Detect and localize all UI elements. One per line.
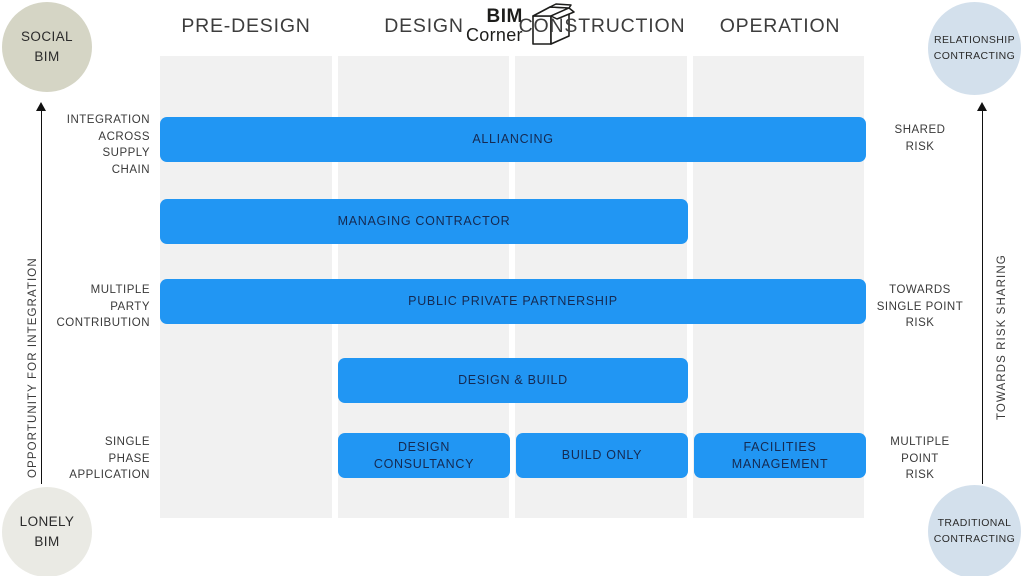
circle-traditional-line1: TRADITIONAL [937, 516, 1012, 529]
left-label-single-phase: SINGLE PHASE APPLICATION [30, 434, 150, 484]
right-axis-label: TOWARDS RISK SHARING [996, 254, 1008, 420]
bar-managing-contractor[interactable]: MANAGING CONTRACTOR [160, 199, 688, 244]
right-label-shared-risk-line1: SHARED [894, 124, 946, 136]
bar-design-consultancy[interactable]: DESIGN CONSULTANCY [338, 433, 510, 478]
bar-build-only[interactable]: BUILD ONLY [516, 433, 688, 478]
right-label-single-point-risk: TOWARDS SINGLE POINT RISK [860, 282, 980, 332]
right-label-multiple-point-risk-line2: POINT [901, 452, 939, 465]
left-label-integration: INTEGRATION ACROSS SUPPLY CHAIN [30, 112, 150, 179]
circle-lonely-bim-line2: BIM [34, 534, 60, 549]
circle-social-bim: SOCIAL BIM [2, 2, 92, 92]
circle-traditional-contracting: TRADITIONAL CONTRACTING [928, 485, 1021, 576]
bar-design-and-build[interactable]: DESIGN & BUILD [338, 358, 688, 403]
circle-lonely-bim-line1: LONELY [19, 514, 75, 530]
left-axis-arrowhead [36, 102, 46, 111]
right-label-shared-risk-line2: RISK [905, 140, 935, 153]
left-label-single-phase-line1: SINGLE [104, 436, 150, 448]
right-label-single-point-risk-line2: SINGLE POINT [876, 300, 964, 313]
column-header-construction: CONSTRUCTION [518, 14, 686, 37]
left-label-multiple-party: MULTIPLE PARTY CONTRIBUTION [30, 282, 150, 332]
left-label-integration-line1: INTEGRATION [66, 114, 150, 126]
left-label-multiple-party-line1: MULTIPLE [90, 284, 150, 296]
left-label-integration-line2: ACROSS [98, 130, 150, 143]
left-label-single-phase-line2: PHASE [108, 452, 150, 465]
left-label-integration-line4: CHAIN [111, 164, 150, 177]
bar-public-private-partnership[interactable]: PUBLIC PRIVATE PARTNERSHIP [160, 279, 866, 324]
left-label-multiple-party-line2: PARTY [110, 300, 150, 313]
left-label-integration-line3: SUPPLY [102, 147, 150, 160]
circle-relationship-line1: RELATIONSHIP [933, 33, 1016, 46]
left-label-multiple-party-line3: CONTRIBUTION [56, 317, 150, 330]
right-label-multiple-point-risk-line3: RISK [905, 469, 935, 482]
column-header-operation: OPERATION [719, 14, 841, 37]
circle-lonely-bim: LONELY BIM [2, 487, 92, 576]
right-label-multiple-point-risk: MULTIPLE POINT RISK [860, 434, 980, 484]
right-axis-line [982, 110, 983, 484]
circle-social-bim-line1: SOCIAL [21, 29, 73, 45]
circle-relationship-line2: CONTRACTING [933, 49, 1016, 62]
right-label-single-point-risk-line3: RISK [905, 317, 935, 330]
right-label-shared-risk: SHARED RISK [860, 122, 980, 155]
diagram-canvas: BIM Corner SOCIAL BIM LONELY BIM RELATIO… [0, 0, 1024, 576]
right-label-single-point-risk-line1: TOWARDS [889, 284, 951, 296]
right-label-multiple-point-risk-line1: MULTIPLE [890, 436, 950, 448]
circle-traditional-line2: CONTRACTING [933, 532, 1016, 545]
circle-relationship-contracting: RELATIONSHIP CONTRACTING [928, 2, 1021, 95]
column-header-pre-design: PRE-DESIGN [181, 14, 311, 37]
bar-facilities-management[interactable]: FACILITIES MANAGEMENT [694, 433, 866, 478]
left-label-single-phase-line3: APPLICATION [69, 469, 150, 482]
circle-social-bim-line2: BIM [34, 49, 60, 64]
bar-alliancing[interactable]: ALLIANCING [160, 117, 866, 162]
right-axis-arrowhead [977, 102, 987, 111]
column-header-design: DESIGN [384, 14, 464, 37]
